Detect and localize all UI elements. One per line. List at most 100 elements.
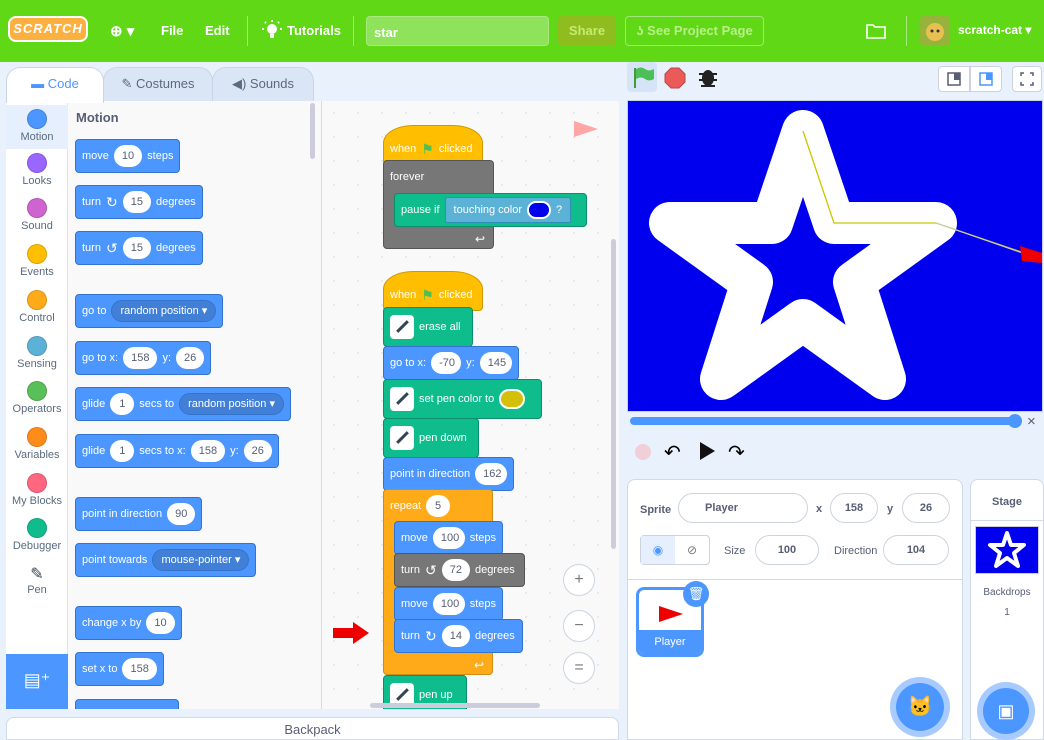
zoom-reset-button[interactable]: = [563, 652, 595, 684]
category-variables[interactable]: Variables [6, 427, 68, 461]
category-sensing[interactable]: Sensing [6, 336, 68, 370]
step-slider-handle[interactable] [1008, 414, 1022, 428]
block-point-direction[interactable]: point in direction 90 [75, 497, 203, 531]
block-move-steps[interactable]: move 100 steps [394, 587, 503, 621]
my-stuff-folder-icon[interactable] [866, 22, 886, 40]
block-input[interactable]: 26 [176, 347, 205, 369]
share-button[interactable]: Share [558, 16, 616, 46]
script-area[interactable]: when ⚑ clicked forever ↩ pause if touching c… [322, 101, 619, 709]
block-input[interactable]: 14 [441, 625, 470, 647]
block-input[interactable]: 15 [122, 237, 151, 259]
block-input[interactable]: 26 [243, 440, 272, 462]
block-input[interactable]: 100 [432, 527, 465, 549]
hide-eye-icon[interactable]: ⊘ [675, 536, 709, 564]
large-stage-button[interactable] [970, 66, 1002, 92]
see-project-page-button[interactable]: ʖ See Project Page [625, 16, 764, 46]
block-go-to[interactable]: go to random position ▾ [75, 294, 224, 328]
fullscreen-button[interactable] [1012, 66, 1042, 92]
block-turn-left[interactable]: turn ↺ 15 degrees [75, 231, 203, 265]
block-input[interactable]: -70 [431, 352, 462, 374]
block-input[interactable]: 162 [475, 463, 507, 485]
category-my-blocks[interactable]: My Blocks [6, 473, 68, 507]
tutorials-button[interactable]: Tutorials [287, 23, 341, 38]
tab-sounds[interactable]: ◀) Sounds [212, 67, 314, 101]
language-menu[interactable]: ⊕ ▾ [110, 22, 134, 40]
block-input[interactable]: 10 [113, 145, 143, 167]
block-go-to-xy[interactable]: go to x: -70 y: 145 [383, 346, 519, 380]
block-change-x[interactable]: change x by 10 [75, 606, 182, 640]
category-operators[interactable]: Operators [6, 381, 68, 415]
block-when-flag-clicked[interactable]: when ⚑ clicked [383, 271, 483, 311]
block-pen-down[interactable]: pen down [383, 418, 479, 458]
tab-costumes[interactable]: ✎ Costumes [103, 67, 213, 101]
block-input[interactable]: 158 [122, 658, 157, 680]
category-events[interactable]: Events [6, 244, 68, 278]
block-go-to-xy[interactable]: go to x: 158 y: 26 [75, 341, 212, 375]
color-swatch[interactable] [499, 389, 526, 409]
block-dropdown[interactable]: mouse-pointer ▾ [152, 549, 250, 571]
edit-menu[interactable]: Edit [205, 23, 230, 38]
show-eye-icon[interactable]: ◉ [641, 536, 675, 564]
block-erase-all[interactable]: erase all [383, 307, 473, 347]
block-input[interactable]: 145 [479, 352, 512, 374]
block-dropdown[interactable]: random position ▾ [179, 393, 284, 415]
category-debugger[interactable]: Debugger [6, 518, 68, 552]
play-icon[interactable] [698, 441, 716, 464]
block-dropdown[interactable]: random position ▾ [111, 300, 217, 322]
category-sound[interactable]: Sound [6, 198, 68, 232]
zoom-in-button[interactable]: + [563, 564, 595, 596]
block-set-x[interactable]: set x to 158 [75, 652, 164, 686]
debugger-bug-icon[interactable] [697, 66, 719, 88]
block-input[interactable]: 158 [190, 440, 226, 462]
choose-sprite-button[interactable]: 🐱 [896, 683, 944, 731]
block-pause-if[interactable]: pause if touching color? [394, 193, 587, 227]
sensing-touching-color[interactable]: touching color? [444, 197, 572, 223]
block-input[interactable]: 90 [167, 503, 196, 525]
block-point-towards[interactable]: point towards mouse-pointer ▾ [75, 543, 257, 577]
block-input[interactable]: 5 [426, 495, 450, 517]
color-swatch[interactable] [527, 201, 552, 219]
backpack[interactable]: Backpack [6, 717, 619, 740]
project-title-input[interactable]: star [366, 16, 549, 46]
category-pen[interactable]: ✎ Pen [6, 564, 68, 596]
close-icon[interactable]: × [1027, 413, 1036, 430]
zoom-out-button[interactable]: − [563, 610, 595, 642]
add-extension-button[interactable]: ▤⁺ [6, 654, 68, 709]
block-input[interactable]: 10 [146, 612, 175, 634]
block-turn-right[interactable]: turn ↻ 14 degrees [394, 619, 523, 653]
visibility-toggle[interactable]: ◉ ⊘ [640, 535, 710, 565]
block-input[interactable]: 1 [110, 393, 135, 415]
block-input[interactable]: 158 [123, 347, 158, 369]
block-point-direction[interactable]: point in direction 162 [383, 457, 514, 491]
block-turn-left[interactable]: turn ↺ 72 degrees [394, 553, 525, 587]
script-scrollbar-vertical[interactable] [611, 239, 616, 549]
tab-code[interactable]: ▬ Code [6, 67, 104, 103]
file-menu[interactable]: File [161, 23, 183, 38]
block-input[interactable]: 15 [122, 191, 151, 213]
stop-button[interactable] [664, 67, 686, 89]
block-turn-right[interactable]: turn ↻ 15 degrees [75, 185, 203, 219]
script-scrollbar-horizontal[interactable] [370, 703, 540, 708]
delete-sprite-trash-icon[interactable]: 🗑 [683, 581, 709, 607]
stage-selector-panel[interactable]: Stage Backdrops 1 ▣ [970, 479, 1044, 740]
y-input[interactable]: 26 [902, 493, 950, 523]
username-menu[interactable]: scratch-cat ▾ [958, 23, 1031, 37]
size-input[interactable]: 100 [755, 535, 819, 565]
step-forward-icon[interactable]: ↷ [728, 440, 745, 465]
block-input[interactable]: 100 [432, 593, 465, 615]
block-input[interactable]: 72 [441, 559, 470, 581]
record-icon[interactable] [635, 444, 651, 460]
block-set-pen-color[interactable]: set pen color to [383, 379, 542, 419]
block-input[interactable]: 1 [110, 440, 135, 462]
block-move-steps[interactable]: move 100 steps [394, 521, 503, 555]
category-looks[interactable]: Looks [6, 153, 68, 187]
palette-scrollbar[interactable] [310, 103, 315, 159]
block-partial[interactable] [75, 699, 179, 709]
x-input[interactable]: 158 [830, 493, 878, 523]
backdrop-thumbnail[interactable] [975, 526, 1039, 574]
category-motion[interactable]: Motion [6, 105, 68, 149]
block-glide-xy[interactable]: glide 1 secs to x: 158 y: 26 [75, 434, 279, 468]
green-flag-button[interactable] [627, 62, 657, 92]
choose-backdrop-button[interactable]: ▣ [983, 688, 1029, 734]
small-stage-button[interactable] [938, 66, 970, 92]
